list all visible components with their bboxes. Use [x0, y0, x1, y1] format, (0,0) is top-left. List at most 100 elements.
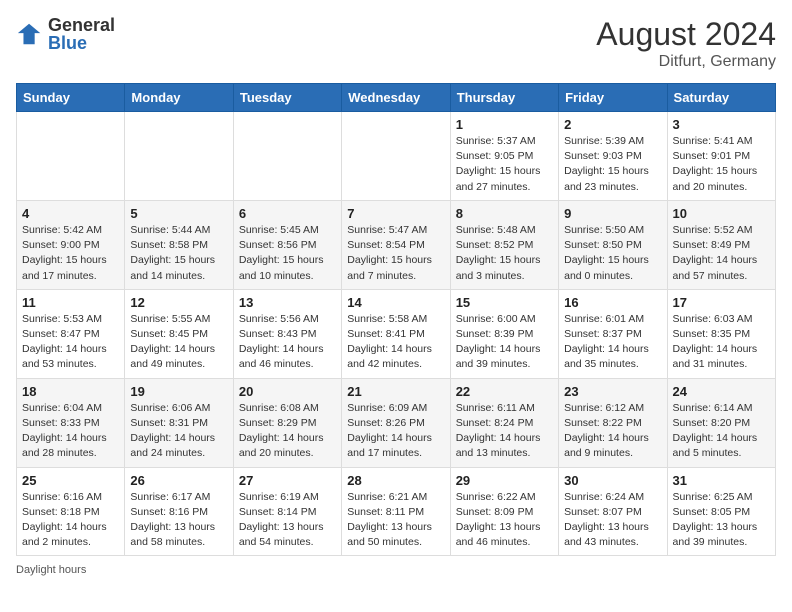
- calendar-cell: 17 Sunrise: 6:03 AM Sunset: 8:35 PM Dayli…: [667, 289, 775, 378]
- day-of-week-header: Wednesday: [342, 84, 450, 112]
- calendar-cell: [125, 112, 233, 201]
- day-info: Sunrise: 6:09 AM Sunset: 8:26 PM Dayligh…: [347, 401, 444, 462]
- calendar-cell: 6Sunrise: 5:45 AM Sunset: 8:56 PM Daylig…: [233, 200, 341, 289]
- calendar-cell: 20Sunrise: 6:08 AM Sunset: 8:29 PM Dayli…: [233, 378, 341, 467]
- calendar-week-row: 25 Sunrise: 6:16 AM Sunset: 8:18 PM Dayli…: [17, 467, 776, 556]
- day-number: 2: [564, 117, 661, 132]
- calendar-cell: 12Sunrise: 5:55 AM Sunset: 8:45 PM Dayli…: [125, 289, 233, 378]
- day-info: Sunrise: 5:42 AM Sunset: 9:00 PM Dayligh…: [22, 223, 119, 284]
- day-number: 5: [130, 206, 227, 221]
- calendar-cell: 14 Sunrise: 5:58 AM Sunset: 8:41 PM Dayli…: [342, 289, 450, 378]
- calendar-cell: 13 Sunrise: 5:56 AM Sunset: 8:43 PM Dayli…: [233, 289, 341, 378]
- day-of-week-header: Monday: [125, 84, 233, 112]
- calendar-cell: 28 Sunrise: 6:21 AM Sunset: 8:11 PM Dayli…: [342, 467, 450, 556]
- day-number: 22: [456, 384, 553, 399]
- day-info: Sunrise: 5:44 AM Sunset: 8:58 PM Dayligh…: [130, 223, 227, 284]
- day-info: Sunrise: 6:04 AM Sunset: 8:33 PM Dayligh…: [22, 401, 119, 462]
- day-number: 31: [673, 473, 770, 488]
- day-info: Sunrise: 5:58 AM Sunset: 8:41 PM Dayligh…: [347, 312, 444, 373]
- day-of-week-header: Thursday: [450, 84, 558, 112]
- day-info: Sunrise: 6:11 AM Sunset: 8:24 PM Dayligh…: [456, 401, 553, 462]
- day-info: Sunrise: 5:52 AM Sunset: 8:49 PM Dayligh…: [673, 223, 770, 284]
- day-number: 11: [22, 295, 119, 310]
- day-info: Sunrise: 5:39 AM Sunset: 9:03 PM Dayligh…: [564, 134, 661, 195]
- page-header: General Blue August 2024 Ditfurt, German…: [16, 16, 776, 71]
- day-number: 12: [130, 295, 227, 310]
- day-number: 24: [673, 384, 770, 399]
- day-number: 25: [22, 473, 119, 488]
- day-info: Sunrise: 6:14 AM Sunset: 8:20 PM Dayligh…: [673, 401, 770, 462]
- day-number: 9: [564, 206, 661, 221]
- day-number: 29: [456, 473, 553, 488]
- day-number: 21: [347, 384, 444, 399]
- calendar-cell: 25 Sunrise: 6:16 AM Sunset: 8:18 PM Dayli…: [17, 467, 125, 556]
- calendar-cell: 24 Sunrise: 6:14 AM Sunset: 8:20 PM Dayli…: [667, 378, 775, 467]
- calendar-cell: [233, 112, 341, 201]
- header-row: SundayMondayTuesdayWednesdayThursdayFrid…: [17, 84, 776, 112]
- calendar-cell: 27Sunrise: 6:19 AM Sunset: 8:14 PM Dayli…: [233, 467, 341, 556]
- logo-text: General Blue: [48, 16, 115, 52]
- calendar-cell: 16 Sunrise: 6:01 AM Sunset: 8:37 PM Dayli…: [559, 289, 667, 378]
- location: Ditfurt, Germany: [596, 53, 776, 71]
- calendar-cell: 29 Sunrise: 6:22 AM Sunset: 8:09 PM Dayli…: [450, 467, 558, 556]
- logo-blue-text: Blue: [48, 34, 115, 52]
- day-info: Sunrise: 5:48 AM Sunset: 8:52 PM Dayligh…: [456, 223, 553, 284]
- day-number: 4: [22, 206, 119, 221]
- day-info: Sunrise: 6:03 AM Sunset: 8:35 PM Dayligh…: [673, 312, 770, 373]
- calendar-body: 1Sunrise: 5:37 AM Sunset: 9:05 PM Daylig…: [17, 112, 776, 556]
- day-number: 8: [456, 206, 553, 221]
- calendar-cell: 19Sunrise: 6:06 AM Sunset: 8:31 PM Dayli…: [125, 378, 233, 467]
- day-info: Sunrise: 5:53 AM Sunset: 8:47 PM Dayligh…: [22, 312, 119, 373]
- day-number: 28: [347, 473, 444, 488]
- day-number: 16: [564, 295, 661, 310]
- day-info: Sunrise: 6:22 AM Sunset: 8:09 PM Dayligh…: [456, 490, 553, 551]
- day-number: 26: [130, 473, 227, 488]
- day-number: 1: [456, 117, 553, 132]
- day-of-week-header: Sunday: [17, 84, 125, 112]
- day-number: 6: [239, 206, 336, 221]
- day-number: 3: [673, 117, 770, 132]
- day-of-week-header: Saturday: [667, 84, 775, 112]
- day-number: 19: [130, 384, 227, 399]
- day-info: Sunrise: 5:47 AM Sunset: 8:54 PM Dayligh…: [347, 223, 444, 284]
- day-number: 7: [347, 206, 444, 221]
- day-info: Sunrise: 5:41 AM Sunset: 9:01 PM Dayligh…: [673, 134, 770, 195]
- calendar-cell: 11 Sunrise: 5:53 AM Sunset: 8:47 PM Dayli…: [17, 289, 125, 378]
- calendar-cell: 8 Sunrise: 5:48 AM Sunset: 8:52 PM Daylig…: [450, 200, 558, 289]
- day-number: 14: [347, 295, 444, 310]
- day-info: Sunrise: 6:16 AM Sunset: 8:18 PM Dayligh…: [22, 490, 119, 551]
- day-number: 20: [239, 384, 336, 399]
- calendar-table: SundayMondayTuesdayWednesdayThursdayFrid…: [16, 83, 776, 556]
- day-of-week-header: Friday: [559, 84, 667, 112]
- calendar-week-row: 1Sunrise: 5:37 AM Sunset: 9:05 PM Daylig…: [17, 112, 776, 201]
- calendar-cell: 30Sunrise: 6:24 AM Sunset: 8:07 PM Dayli…: [559, 467, 667, 556]
- day-info: Sunrise: 5:50 AM Sunset: 8:50 PM Dayligh…: [564, 223, 661, 284]
- calendar-cell: 7 Sunrise: 5:47 AM Sunset: 8:54 PM Daylig…: [342, 200, 450, 289]
- calendar-cell: 15Sunrise: 6:00 AM Sunset: 8:39 PM Dayli…: [450, 289, 558, 378]
- day-number: 30: [564, 473, 661, 488]
- day-number: 18: [22, 384, 119, 399]
- calendar-cell: 3 Sunrise: 5:41 AM Sunset: 9:01 PM Daylig…: [667, 112, 775, 201]
- calendar-cell: 22 Sunrise: 6:11 AM Sunset: 8:24 PM Dayli…: [450, 378, 558, 467]
- day-info: Sunrise: 6:01 AM Sunset: 8:37 PM Dayligh…: [564, 312, 661, 373]
- calendar-week-row: 4 Sunrise: 5:42 AM Sunset: 9:00 PM Daylig…: [17, 200, 776, 289]
- day-number: 17: [673, 295, 770, 310]
- calendar-cell: 23Sunrise: 6:12 AM Sunset: 8:22 PM Dayli…: [559, 378, 667, 467]
- day-number: 13: [239, 295, 336, 310]
- calendar-cell: 21 Sunrise: 6:09 AM Sunset: 8:26 PM Dayli…: [342, 378, 450, 467]
- calendar-cell: [342, 112, 450, 201]
- calendar-cell: 18 Sunrise: 6:04 AM Sunset: 8:33 PM Dayli…: [17, 378, 125, 467]
- day-info: Sunrise: 6:00 AM Sunset: 8:39 PM Dayligh…: [456, 312, 553, 373]
- logo: General Blue: [16, 16, 115, 52]
- day-number: 27: [239, 473, 336, 488]
- calendar-cell: 10Sunrise: 5:52 AM Sunset: 8:49 PM Dayli…: [667, 200, 775, 289]
- day-info: Sunrise: 6:21 AM Sunset: 8:11 PM Dayligh…: [347, 490, 444, 551]
- calendar-header: SundayMondayTuesdayWednesdayThursdayFrid…: [17, 84, 776, 112]
- logo-general-text: General: [48, 16, 115, 34]
- calendar-cell: 9 Sunrise: 5:50 AM Sunset: 8:50 PM Daylig…: [559, 200, 667, 289]
- day-of-week-header: Tuesday: [233, 84, 341, 112]
- logo-icon: [16, 20, 44, 48]
- day-info: Sunrise: 5:56 AM Sunset: 8:43 PM Dayligh…: [239, 312, 336, 373]
- day-number: 23: [564, 384, 661, 399]
- calendar-cell: 4 Sunrise: 5:42 AM Sunset: 9:00 PM Daylig…: [17, 200, 125, 289]
